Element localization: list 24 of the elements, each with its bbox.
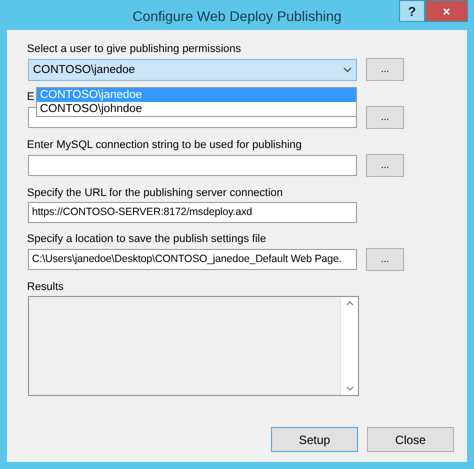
input-field[interactable]: C:\Users\janedoe\Desktop\CONTOSO_janedoe_Default Web Page. [28,249,357,270]
field-label: E [27,90,34,104]
browse-button[interactable]: ... [366,248,404,271]
chevron-down-icon [343,66,352,72]
browse-button[interactable]: ... [366,106,404,129]
scroll-down-icon[interactable] [346,386,354,391]
input-field[interactable] [28,155,357,176]
browse-button[interactable]: ... [366,154,404,177]
browse-button[interactable]: ... [366,58,404,81]
field-label: Select a user to give publishing permissions [27,42,242,56]
setup-button[interactable]: Setup [271,427,358,452]
scroll-up-icon[interactable] [346,301,354,306]
close-dialog-button[interactable]: Close [367,427,454,452]
field-label: Enter MySQL connection string to be used for publishing [27,138,302,152]
close-button[interactable]: × [425,0,468,22]
help-button[interactable]: ? [399,0,425,22]
window-title: Configure Web Deploy Publishing [132,7,342,24]
scrollbar[interactable] [340,297,358,395]
user-dropdown[interactable]: CONTOSO\janedoe [28,58,357,80]
dropdown-option[interactable]: CONTOSO\johndoe [37,102,356,116]
field-label: Specify a location to save the publish settings file [27,232,266,246]
field-label: Results [27,280,64,294]
field-label: Specify the URL for the publishing server connection [27,186,283,200]
input-field[interactable]: https://CONTOSO-SERVER:8172/msdeploy.axd [28,202,357,223]
